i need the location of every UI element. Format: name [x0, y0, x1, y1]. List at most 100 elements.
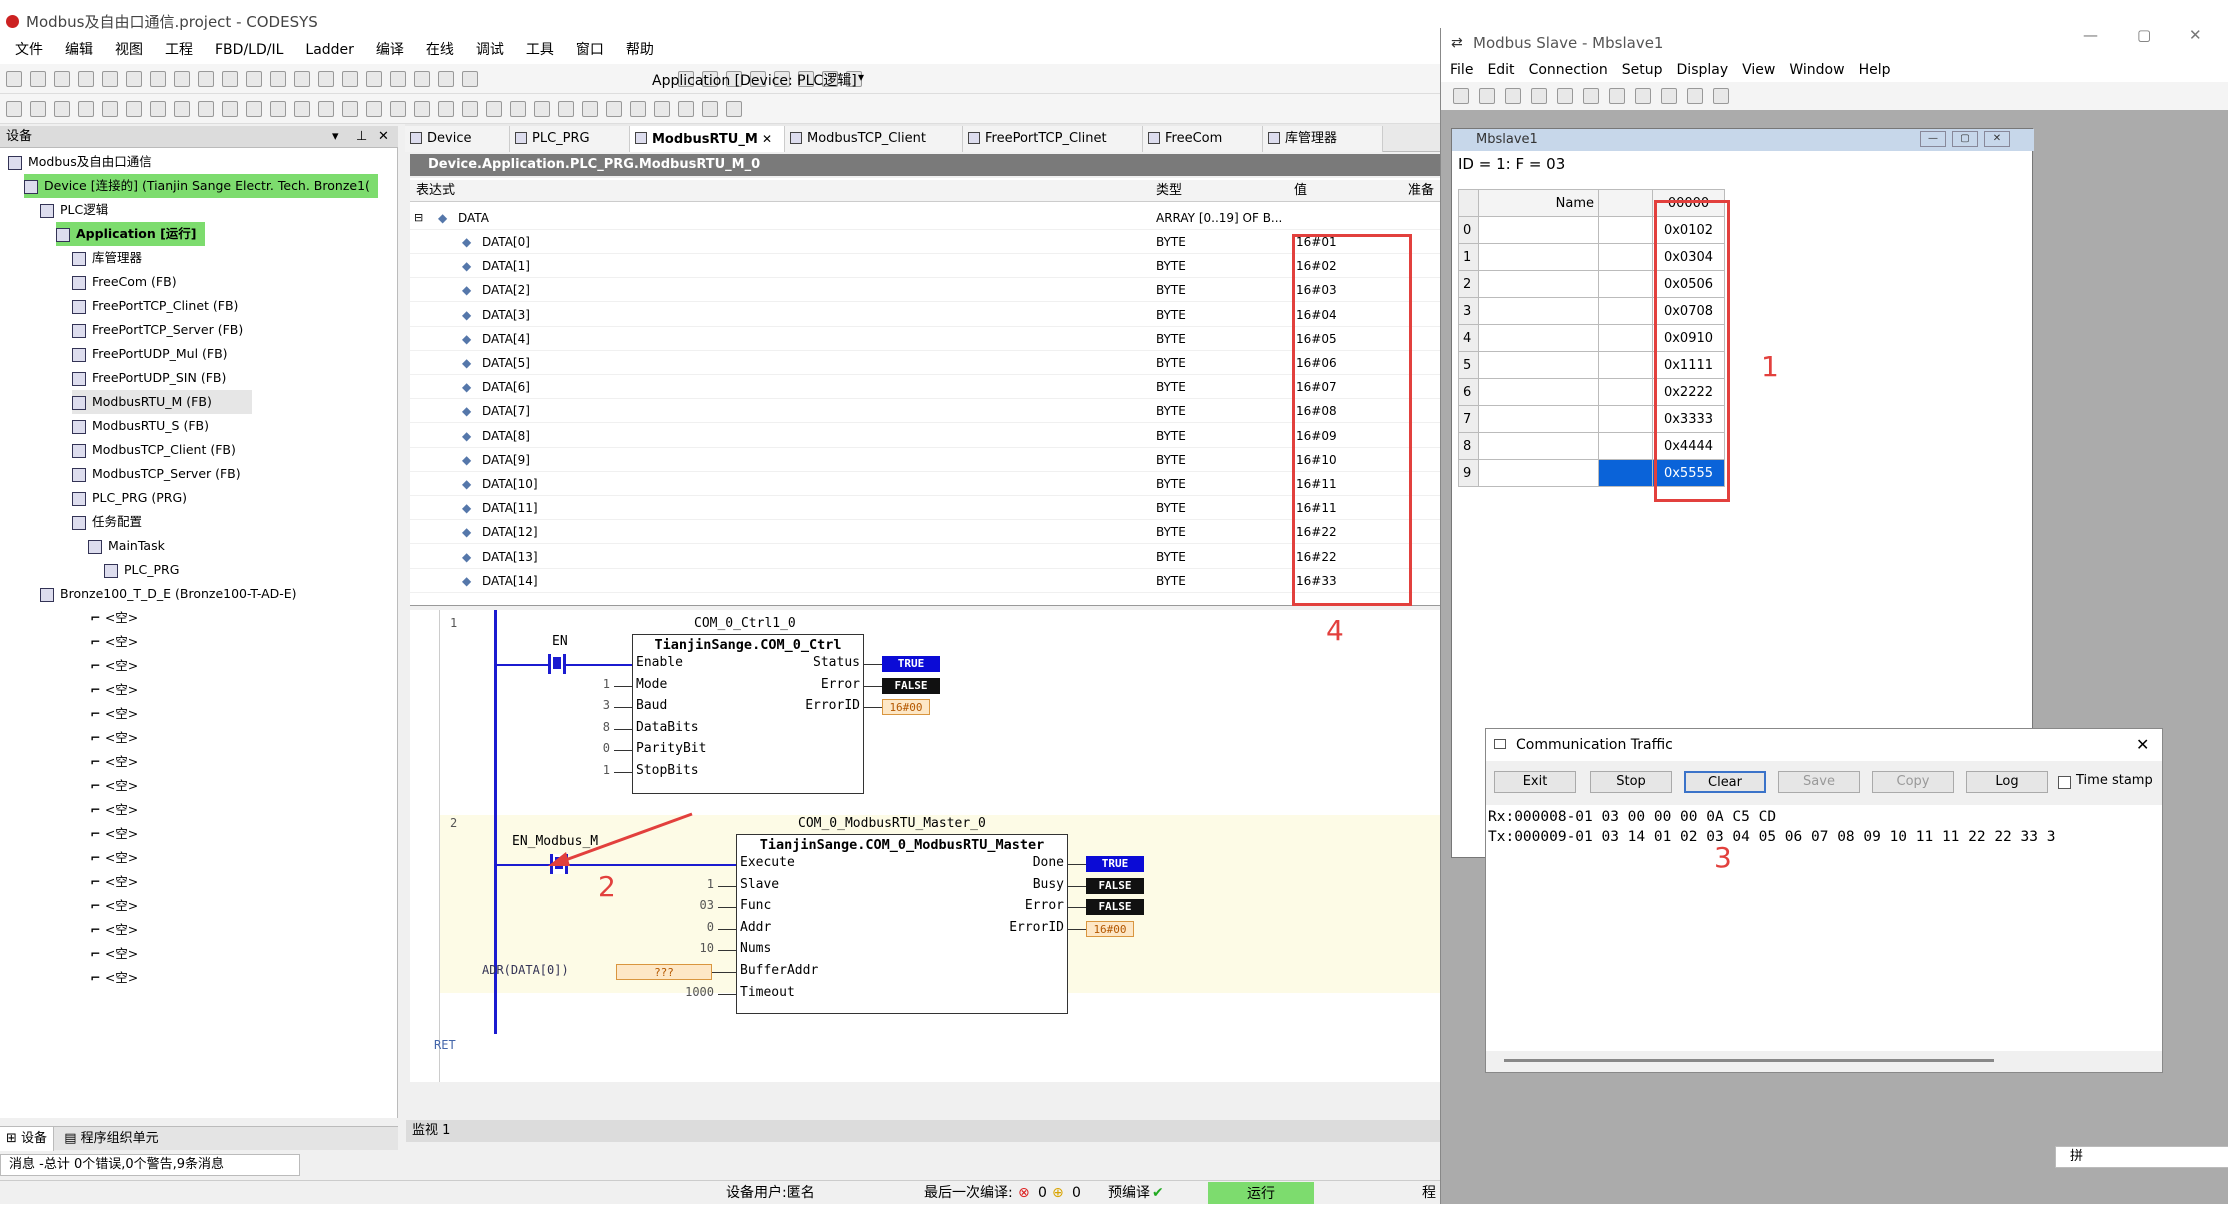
mbslave-menu-item-1[interactable]: Edit [1480, 58, 1521, 82]
watch-row[interactable]: ◆ DATA[14] BYTE 16#33 [410, 569, 1440, 593]
editor-tab-5[interactable]: FreeCom [1143, 126, 1263, 152]
tree-item[interactable]: ModbusTCP_Client (FB) [72, 438, 236, 462]
watch-row[interactable]: ◆ DATA[7] BYTE 16#08 [410, 399, 1440, 424]
tab-pou[interactable]: ▤ 程序组织单元 [58, 1127, 164, 1151]
editor-tab-3[interactable]: ModbusTCP_Client [785, 126, 963, 152]
mbslave-toolbar-button-icon[interactable] [1479, 88, 1495, 104]
ladder-toolbar-button-icon[interactable] [318, 101, 334, 117]
tree-item[interactable]: 任务配置 [72, 510, 142, 534]
ladder-toolbar-button-icon[interactable] [702, 101, 718, 117]
ladder-toolbar-button-icon[interactable] [438, 101, 454, 117]
traffic-button-save[interactable]: Save [1778, 771, 1860, 793]
tree-empty-slot[interactable]: ⌐ <空> [90, 894, 138, 918]
mbslave-menu-item-0[interactable]: File [1443, 58, 1480, 82]
grid-blank-cell[interactable] [1598, 243, 1653, 271]
tree-empty-slot[interactable]: ⌐ <空> [90, 918, 138, 942]
tree-item[interactable]: MainTask [88, 534, 165, 558]
fb-input-value[interactable]: 0 [603, 741, 610, 755]
toolbar-button-icon[interactable] [246, 71, 262, 87]
rung1-contact[interactable] [548, 654, 566, 674]
grid-blank-cell[interactable] [1598, 324, 1653, 352]
mbslave-toolbar-button-icon[interactable] [1531, 88, 1547, 104]
traffic-button-exit[interactable]: Exit [1494, 771, 1576, 793]
editor-tab-6[interactable]: 库管理器 [1263, 126, 1383, 152]
tree-empty-slot[interactable]: ⌐ <空> [90, 942, 138, 966]
watch-row[interactable]: ◆ DATA[4] BYTE 16#05 [410, 327, 1440, 351]
fb-input-value[interactable]: 1 [707, 877, 714, 891]
tree-item[interactable]: 库管理器 [72, 246, 142, 270]
toolbar-button-icon[interactable] [342, 71, 358, 87]
fb-input-value[interactable]: 1 [603, 763, 610, 777]
tree-empty-slot[interactable]: ⌐ <空> [90, 678, 138, 702]
ladder-toolbar-button-icon[interactable] [78, 101, 94, 117]
watch-row[interactable]: ◆ DATA[8] BYTE 16#09 [410, 424, 1440, 448]
traffic-log[interactable]: Rx:000008-01 03 00 00 00 0A C5 CD Tx:000… [1486, 805, 2162, 1051]
toolbar-button-icon[interactable] [414, 71, 430, 87]
timestamp-checkbox[interactable] [2058, 776, 2071, 789]
ladder-toolbar-button-icon[interactable] [390, 101, 406, 117]
grid-blank-cell[interactable] [1598, 405, 1653, 433]
fb-input-value[interactable]: 8 [603, 720, 610, 734]
col-expression[interactable]: 表达式 [416, 180, 455, 202]
toolbar-button-icon[interactable] [102, 71, 118, 87]
toolbar-button-icon[interactable] [78, 71, 94, 87]
grid-blank-cell[interactable] [1598, 459, 1653, 487]
monitor-tab[interactable]: 监视 1 [406, 1120, 1440, 1142]
tree-item[interactable]: Device [连接的] (Tianjin Sange Electr. Tech… [24, 174, 378, 198]
mbslave-toolbar-button-icon[interactable] [1609, 88, 1625, 104]
traffic-button-clear[interactable]: Clear [1684, 771, 1766, 793]
ladder-toolbar-button-icon[interactable] [582, 101, 598, 117]
toolbar-button-icon[interactable] [30, 71, 46, 87]
grid-name-cell[interactable] [1478, 324, 1599, 352]
child-minimize-icon[interactable]: — [1920, 131, 1946, 147]
traffic-button-log[interactable]: Log [1966, 771, 2048, 793]
ladder-toolbar-button-icon[interactable] [726, 101, 742, 117]
close-icon[interactable]: ✕ [2189, 20, 2202, 50]
col-type[interactable]: 类型 [1156, 180, 1182, 202]
watch-row[interactable]: ◆ DATA[1] BYTE 16#02 [410, 254, 1440, 279]
maximize-icon[interactable]: ▢ [2137, 20, 2151, 50]
grid-blank-cell[interactable] [1598, 297, 1653, 325]
toolbar-button-icon[interactable] [150, 71, 166, 87]
toolbar-button-icon[interactable] [270, 71, 286, 87]
traffic-close-icon[interactable]: ✕ [2136, 729, 2149, 761]
toolbar-button-icon[interactable] [462, 71, 478, 87]
tree-empty-slot[interactable]: ⌐ <空> [90, 822, 138, 846]
tree-item[interactable]: PLC_PRG (PRG) [72, 486, 187, 510]
ladder-toolbar-button-icon[interactable] [462, 101, 478, 117]
rung2-instance[interactable]: COM_0_ModbusRTU_Master_0 [798, 816, 986, 831]
tree-item[interactable]: PLC逻辑 [40, 198, 108, 222]
menu-item-8[interactable]: 调试 [465, 36, 515, 64]
grid-blank-cell[interactable] [1598, 351, 1653, 379]
mbslave-toolbar-button-icon[interactable] [1635, 88, 1651, 104]
buffer-addr-expression[interactable]: ADR(DATA[0]) [482, 963, 569, 977]
tree-empty-slot[interactable]: ⌐ <空> [90, 726, 138, 750]
toolbar-button-icon[interactable] [174, 71, 190, 87]
fb-input-value[interactable]: 3 [603, 698, 610, 712]
menu-item-3[interactable]: 工程 [154, 36, 204, 64]
ladder-toolbar-button-icon[interactable] [222, 101, 238, 117]
panel-dropdown-icon[interactable]: ▾ [332, 126, 339, 148]
tree-empty-slot[interactable]: ⌐ <空> [90, 630, 138, 654]
ladder-toolbar-button-icon[interactable] [270, 101, 286, 117]
watch-row[interactable]: ◆ DATA[2] BYTE 16#03 [410, 278, 1440, 303]
ladder-toolbar-button-icon[interactable] [30, 101, 46, 117]
mbslave-toolbar-button-icon[interactable] [1453, 88, 1469, 104]
minimize-icon[interactable]: — [2083, 20, 2098, 50]
toolbar-button-icon[interactable] [198, 71, 214, 87]
ladder-toolbar-button-icon[interactable] [654, 101, 670, 117]
traffic-button-stop[interactable]: Stop [1590, 771, 1672, 793]
ladder-toolbar-button-icon[interactable] [198, 101, 214, 117]
tree-empty-slot[interactable]: ⌐ <空> [90, 966, 138, 990]
watch-row[interactable]: ◆ DATA[12] BYTE 16#22 [410, 520, 1440, 545]
watch-row[interactable]: ◆ DATA[6] BYTE 16#07 [410, 375, 1440, 400]
fb-input-value[interactable]: 0 [707, 920, 714, 934]
child-maximize-icon[interactable]: ▢ [1952, 131, 1978, 147]
grid-name-cell[interactable] [1478, 351, 1599, 379]
tree-item[interactable]: ModbusRTU_M (FB) [72, 390, 252, 414]
child-close-icon[interactable]: ✕ [1984, 131, 2010, 147]
menu-item-6[interactable]: 编译 [365, 36, 415, 64]
ladder-toolbar-button-icon[interactable] [294, 101, 310, 117]
grid-blank-cell[interactable] [1598, 270, 1653, 298]
tab-close-icon[interactable]: ✕ [758, 132, 772, 146]
